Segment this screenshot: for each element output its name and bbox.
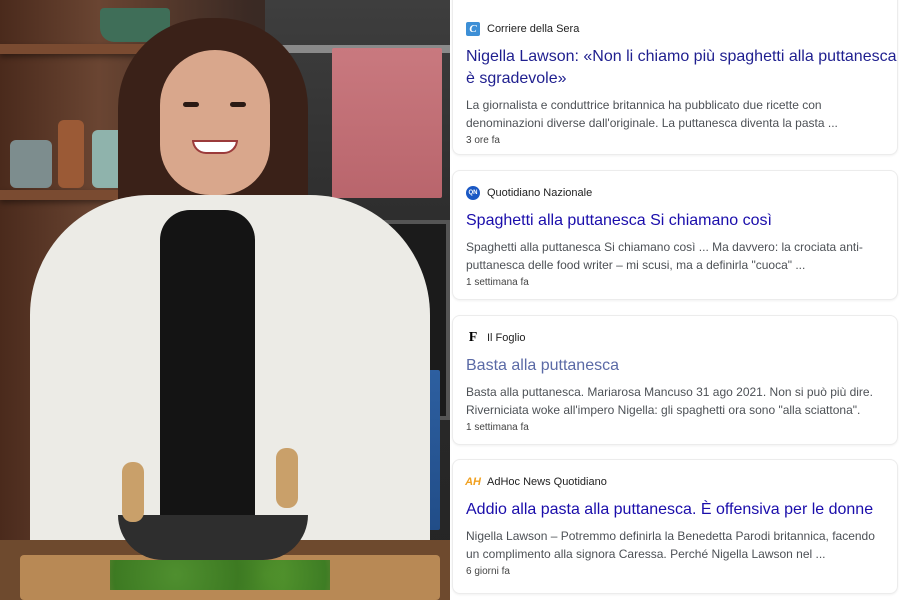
qn-logo-icon: QN xyxy=(466,186,480,200)
news-snippet: Nigella Lawson – Potremmo definirla la B… xyxy=(466,529,875,561)
news-card[interactable]: C Corriere della Sera Nigella Lawson: «N… xyxy=(452,0,898,155)
news-timestamp: 1 settimana fa xyxy=(466,422,529,433)
shelf-jar xyxy=(58,120,84,188)
eye xyxy=(230,102,246,107)
news-card[interactable]: F Il Foglio Basta alla puttanesca Basta … xyxy=(452,315,898,445)
news-source: QN Quotidiano Nazionale xyxy=(466,185,889,201)
news-headline-link[interactable]: Basta alla puttanesca xyxy=(466,355,897,377)
smile xyxy=(192,140,238,154)
source-name: AdHoc News Quotidiano xyxy=(487,476,607,488)
face xyxy=(160,50,270,195)
news-headline-link[interactable]: Nigella Lawson: «Non li chiamo più spagh… xyxy=(466,46,897,90)
news-card[interactable]: QN Quotidiano Nazionale Spaghetti alla p… xyxy=(452,170,898,300)
shelf-jar xyxy=(10,140,52,188)
news-snippet: Spaghetti alla puttanesca Si chiamano co… xyxy=(466,240,863,272)
eye xyxy=(183,102,199,107)
mezzaluna-handle xyxy=(276,448,298,508)
corriere-logo-icon: C xyxy=(466,22,480,36)
news-snippet: Basta alla puttanesca. Mariarosa Mancuso… xyxy=(466,385,873,417)
black-shirt xyxy=(160,210,255,530)
source-name: Corriere della Sera xyxy=(487,23,580,35)
mezzaluna-blade xyxy=(118,515,308,560)
news-source: F Il Foglio xyxy=(466,330,889,346)
news-headline-link[interactable]: Spaghetti alla puttanesca Si chiamano co… xyxy=(466,210,897,232)
news-results-list: C Corriere della Sera Nigella Lawson: «N… xyxy=(450,0,900,600)
news-timestamp: 1 settimana fa xyxy=(466,277,529,288)
news-source: C Corriere della Sera xyxy=(466,21,889,37)
news-timestamp: 3 ore fa xyxy=(466,135,500,146)
chopped-herbs xyxy=(110,560,330,590)
adhoc-logo-icon: AH xyxy=(465,476,481,488)
mezzaluna-handle xyxy=(122,462,144,522)
source-name: Il Foglio xyxy=(487,332,526,344)
news-source: AH AdHoc News Quotidiano xyxy=(465,474,889,490)
il-foglio-logo-icon: F xyxy=(468,330,478,345)
source-name: Quotidiano Nazionale xyxy=(487,187,593,199)
news-snippet: La giornalista e conduttrice britannica … xyxy=(466,98,838,130)
news-card[interactable]: AH AdHoc News Quotidiano Addio alla past… xyxy=(452,459,898,594)
news-headline-link[interactable]: Addio alla pasta alla puttanesca. È offe… xyxy=(466,499,897,521)
news-timestamp: 6 giorni fa xyxy=(466,566,510,577)
pink-towel xyxy=(332,48,442,198)
nigella-lawson-photo xyxy=(0,0,450,600)
